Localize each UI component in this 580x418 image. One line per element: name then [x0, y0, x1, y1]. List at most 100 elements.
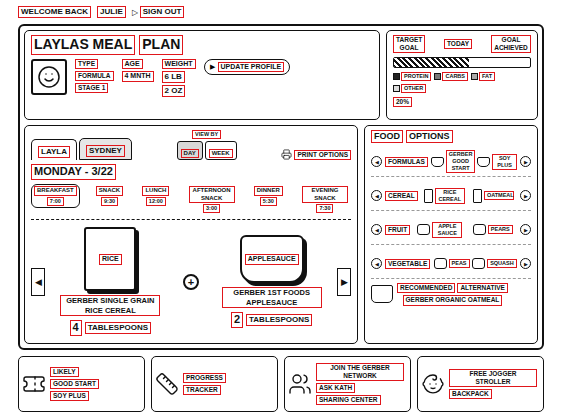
food-item: RICEGERBER SINGLE GRAIN RICE CEREAL4TABL…: [60, 227, 160, 336]
food-option[interactable]: SOY PLUS: [477, 154, 517, 170]
category-next-button[interactable]: ▶: [520, 224, 531, 235]
food-option[interactable]: APPLE SAUCE: [417, 222, 462, 238]
printer-icon: [281, 149, 292, 160]
food-unit: TABLESPOONS: [85, 322, 151, 334]
promo-card[interactable]: PROGRESSTRACKER: [151, 356, 278, 412]
legend-swatch: [393, 85, 400, 92]
food-option-name: SOY PLUS: [492, 154, 517, 170]
food-option-name: RICE CEREAL: [435, 188, 465, 204]
network-icon: [288, 372, 312, 396]
meal-tab-label: DINNER: [254, 186, 283, 196]
meal-content: ◀RICEGERBER SINGLE GRAIN RICE CEREAL4TAB…: [31, 219, 351, 339]
promo-strip: LIKELY GOOD START SOY PLUS PROGRESSTRACKERJ…: [18, 356, 544, 412]
sign-out-icon: ▷: [132, 8, 138, 17]
food-option-name: OATMEAL: [484, 191, 514, 200]
category-next-button[interactable]: ▶: [520, 258, 531, 269]
person-tab[interactable]: LAYLA: [31, 139, 77, 160]
food-option-name: PEAS: [449, 259, 470, 268]
category-prev-button[interactable]: ◀: [371, 224, 382, 235]
meal-tab[interactable]: LUNCH12:00: [139, 184, 172, 207]
food-package-icon: [473, 189, 482, 203]
legend-swatch: [434, 73, 441, 80]
category-prev-button[interactable]: ◀: [371, 190, 382, 201]
legend-label: CARBS: [442, 72, 468, 81]
lower-section: LAYLA SYDNEY VIEW BY DAY WEEK PRINT OPTIONS MO…: [24, 125, 538, 344]
food-category: ◀FORMULAS GERBER GOOD START SOY PLUS▶: [371, 147, 531, 177]
print-options-label: PRINT OPTIONS: [294, 150, 351, 160]
person-tab-label: LAYLA: [38, 146, 70, 158]
category-next-button[interactable]: ▶: [520, 190, 531, 201]
food-category: ◀VEGETABLE PEAS SQUASH▶: [371, 249, 531, 279]
date-heading: MONDAY - 3/22: [31, 164, 116, 180]
plus-icon: +: [183, 274, 199, 290]
meal-tab-label: BREAKFAST: [34, 186, 77, 196]
legend-item: CARBS: [434, 72, 468, 81]
food-name: GERBER SINGLE GRAIN RICE CEREAL: [60, 295, 160, 316]
category-prev-button[interactable]: ◀: [371, 156, 382, 167]
meal-tab[interactable]: DINNER5:30: [251, 184, 286, 207]
food-option-name: APPLE SAUCE: [432, 222, 462, 238]
goal-achieved-label: GOAL ACHIEVED: [491, 35, 531, 53]
plan-title-suffix: PLAN: [139, 35, 183, 55]
play-icon: ▶: [210, 63, 215, 71]
person-tab[interactable]: SYDNEY: [79, 138, 132, 160]
promo-card[interactable]: JOIN THE GERBER NETWORKASK KATHSHARING C…: [284, 356, 411, 412]
promo-text: SOY PLUS: [50, 391, 89, 401]
goal-card: TARGET GOALTODAYGOAL ACHIEVEDPROTEINCARB…: [386, 30, 538, 120]
meal-tab-time: 7:00: [47, 197, 64, 206]
meal-tab[interactable]: BREAKFAST7:00: [31, 184, 80, 207]
meal-tab[interactable]: AFTERNOON SNACK3:00: [186, 184, 238, 215]
view-option[interactable]: WEEK: [205, 141, 237, 161]
meal-tab[interactable]: SNACK9:30: [93, 184, 126, 207]
greeting: WELCOME BACK: [18, 6, 91, 18]
tape-icon: [155, 372, 179, 396]
promo-text: LIKELY: [50, 367, 79, 377]
promo-text: GOOD START: [50, 379, 99, 389]
age-value: 4 MNTH: [122, 71, 154, 82]
previous-button[interactable]: ◀: [31, 268, 45, 296]
view-option-label: DAY: [181, 149, 199, 159]
food-option-name: PEARS: [488, 225, 513, 234]
promo-text: FREE JOGGER STROLLER: [449, 369, 537, 387]
food-package-icon: [434, 258, 447, 269]
weight-field: WEIGHT6 LB2 OZ: [162, 59, 196, 98]
food-amount: 2: [231, 312, 243, 328]
food-option-name: GERBER GOOD START: [446, 150, 476, 173]
legend-label: OTHER: [401, 84, 426, 93]
promo-card[interactable]: LIKELY GOOD START SOY PLUS: [18, 356, 145, 412]
food-option[interactable]: PEARS: [473, 224, 513, 235]
food-option[interactable]: PEAS: [434, 258, 470, 269]
recommended-food[interactable]: GERBER ORGANIC OATMEAL: [403, 295, 503, 305]
food-package-icon: RICE: [84, 227, 136, 291]
food-option[interactable]: SQUASH: [472, 258, 517, 269]
category-prev-button[interactable]: ◀: [371, 258, 382, 269]
food-unit: TABLESPOONS: [246, 314, 312, 326]
sign-out-link[interactable]: ▷SIGN OUT: [132, 6, 185, 18]
package-label: APPLESAUCE: [245, 254, 299, 265]
print-options[interactable]: PRINT OPTIONS: [281, 149, 351, 160]
food-option[interactable]: OATMEAL: [473, 189, 514, 203]
stroller-icon: [421, 372, 445, 396]
category-label: FORMULAS: [385, 157, 428, 167]
food-option[interactable]: RICE CEREAL: [424, 188, 465, 204]
category-next-button[interactable]: ▶: [520, 156, 531, 167]
next-button[interactable]: ▶: [337, 268, 351, 296]
category-label: VEGETABLE: [385, 259, 430, 269]
food-option[interactable]: GERBER GOOD START: [431, 150, 476, 173]
oatmeal-tub-icon: [371, 285, 393, 303]
food-category: ◀FRUITAPPLE SAUCEPEARS▶: [371, 215, 531, 245]
food-list: RICEGERBER SINGLE GRAIN RICE CEREAL4TABL…: [49, 227, 333, 336]
promo-card[interactable]: FREE JOGGER STROLLERBACKPACK: [417, 356, 544, 412]
food-package-icon: APPLESAUCE: [240, 235, 304, 283]
meal-tab[interactable]: EVENING SNACK7:30: [299, 184, 351, 215]
update-profile-button[interactable]: ▶UPDATE PROFILE: [204, 59, 291, 76]
weight-value: 2 OZ: [162, 85, 186, 97]
food-option-name: SQUASH: [487, 259, 517, 268]
meal-plan-page: WELCOME BACKJULIE▷SIGN OUTLAYLAS MEALPLA…: [0, 0, 580, 418]
profile-field: STAGE 1: [75, 83, 108, 93]
legend-item: OTHER: [393, 84, 426, 93]
view-by-label: VIEW BY: [192, 130, 221, 139]
meal-tab-time: 7:30: [316, 204, 333, 213]
baby-avatar: [31, 59, 67, 95]
view-option[interactable]: DAY: [177, 141, 203, 161]
